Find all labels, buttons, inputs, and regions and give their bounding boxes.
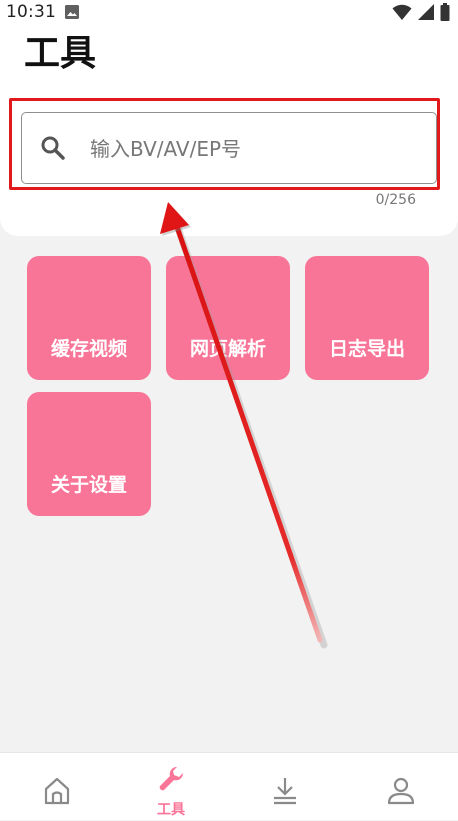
download-icon <box>274 778 296 805</box>
tool-label: 日志导出 <box>328 338 405 360</box>
wrench-icon <box>159 766 184 791</box>
annotation-highlight-box <box>9 98 440 190</box>
wifi-icon <box>392 4 412 20</box>
tool-label: 关于设置 <box>50 474 127 496</box>
home-icon <box>44 777 70 805</box>
status-bar: 10:31 <box>0 0 458 24</box>
cellular-signal-icon <box>417 4 434 20</box>
nav-tools[interactable]: 工具 <box>114 753 228 821</box>
tool-web-parse-button[interactable]: 网页解析 <box>166 256 290 380</box>
tool-about-settings-button[interactable]: 关于设置 <box>27 392 151 516</box>
character-counter: 0/256 <box>375 192 416 208</box>
tool-cache-video-button[interactable]: 缓存视频 <box>27 256 151 380</box>
page-title: 工具 <box>24 33 97 74</box>
tool-label: 缓存视频 <box>50 338 127 360</box>
person-icon <box>387 777 415 805</box>
tool-log-export-button[interactable]: 日志导出 <box>305 256 429 380</box>
battery-icon <box>440 3 450 21</box>
image-notification-icon <box>65 5 79 19</box>
tool-label: 网页解析 <box>189 338 266 360</box>
nav-tools-label: 工具 <box>157 802 185 818</box>
bottom-navigation: 工具 <box>0 752 458 820</box>
nav-profile[interactable] <box>344 753 458 821</box>
nav-download[interactable] <box>228 753 342 821</box>
nav-home[interactable] <box>0 753 114 821</box>
status-time: 10:31 <box>6 2 56 22</box>
